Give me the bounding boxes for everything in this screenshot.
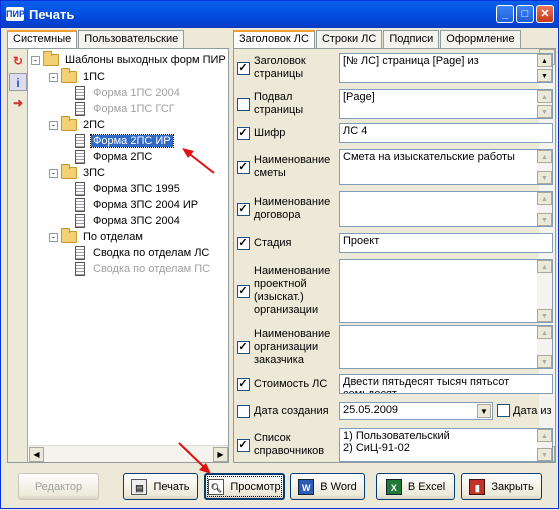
- print-dialog: ПИР Печать _ □ ✕ Системные Пользовательс…: [0, 0, 559, 509]
- arrow-to-selected-template: [182, 148, 215, 174]
- annotation-arrows: [178, 148, 215, 474]
- arrow-to-preview-button: [178, 442, 211, 474]
